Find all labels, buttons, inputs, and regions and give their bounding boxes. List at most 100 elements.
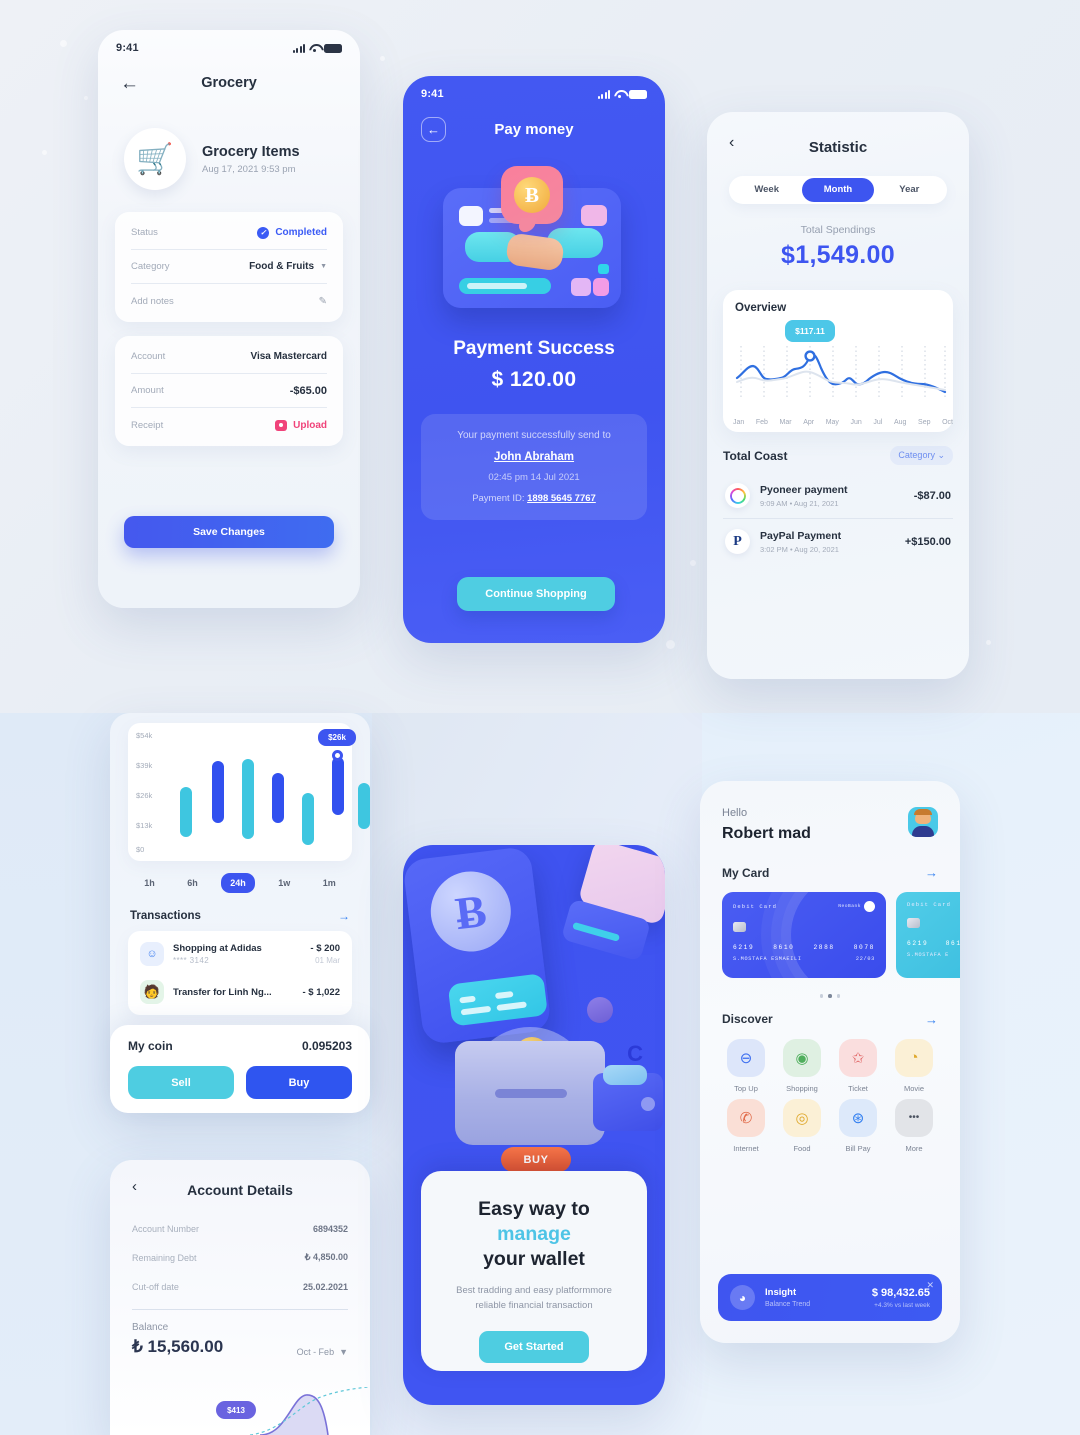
range-dropdown[interactable]: Oct - Feb ▼ <box>297 1347 348 1357</box>
discover-item-shopping[interactable]: ◉ Shopping <box>774 1038 830 1093</box>
handshake-illustration: Ƀ <box>435 166 633 316</box>
chart-highlight-point <box>332 750 343 761</box>
row-add-notes[interactable]: Add notes ✎ <box>131 284 327 318</box>
card-carousel[interactable]: Debit Card NeoBank 6219 8610 2888 8078 S… <box>700 892 960 982</box>
discover-item-movie[interactable]: ◔ Movie <box>886 1038 942 1093</box>
decor-speck <box>666 640 675 649</box>
debit-card-secondary[interactable]: Debit Card 6219 8610 S.MOSTAFA E <box>896 892 960 978</box>
debit-card-primary[interactable]: Debit Card NeoBank 6219 8610 2888 8078 S… <box>722 892 886 978</box>
chart-gridlines <box>740 346 946 398</box>
row-receipt[interactable]: Receipt Upload <box>131 408 327 442</box>
continue-shopping-button[interactable]: Continue Shopping <box>457 577 615 611</box>
coin-row: My coin 0.095203 <box>128 1039 352 1053</box>
row-value: -$65.00 <box>289 384 327 397</box>
table-row[interactable]: P PayPal Payment 3:02 PM • Aug 20, 2021 … <box>723 519 953 564</box>
line-series-ghost <box>736 370 946 391</box>
smiley-icon: ☺ <box>140 942 164 966</box>
range-1m[interactable]: 1m <box>314 873 345 893</box>
status-time: 9:41 <box>421 88 444 100</box>
dot[interactable] <box>836 994 841 998</box>
decor-speck <box>380 56 385 61</box>
x-tick: Sep <box>918 419 931 426</box>
dot[interactable] <box>819 994 824 998</box>
save-changes-button[interactable]: Save Changes <box>124 516 334 548</box>
back-chevron-icon[interactable]: ‹ <box>729 134 734 152</box>
dot-active[interactable] <box>828 994 832 998</box>
discover-item-internet[interactable]: ✆ Internet <box>718 1098 774 1153</box>
shopping-icon: ◉ <box>783 1038 821 1077</box>
account-rows: Account Number 6894352 Remaining Debt ₺ … <box>132 1214 348 1301</box>
discover-item-bill-pay[interactable]: ⊛ Bill Pay <box>830 1098 886 1153</box>
back-arrow-icon[interactable]: ← <box>421 116 446 142</box>
buy-button[interactable]: Buy <box>246 1066 352 1099</box>
card-type-label: Debit Card <box>907 901 952 908</box>
discover-item-ticket[interactable]: ✩ Ticket <box>830 1038 886 1093</box>
range-1w[interactable]: 1w <box>269 873 299 893</box>
period-segmented-control[interactable]: Week Month Year <box>729 176 947 204</box>
table-row[interactable]: Pyoneer payment 9:09 AM • Aug 21, 2021 -… <box>723 473 953 519</box>
pie-chart-icon: ◕ <box>730 1285 755 1310</box>
chevron-down-icon[interactable]: ▼ <box>320 263 327 270</box>
row-category[interactable]: Category Food & Fruits ▼ <box>131 250 327 284</box>
list-item[interactable]: ☺ Shopping at Adidas **** 3142 - $ 200 0… <box>138 935 342 973</box>
back-chevron-icon[interactable]: ‹ <box>132 1178 137 1195</box>
balance-area-chart <box>249 1387 369 1435</box>
card-square-magenta <box>593 278 609 296</box>
list-item[interactable]: 🧑 Transfer for Linh Ng... - $ 1,022 <box>138 973 342 1011</box>
tab-month[interactable]: Month <box>802 178 874 202</box>
tab-year[interactable]: Year <box>874 178 945 202</box>
item-card: **** 3142 <box>173 956 210 965</box>
discover-item-food[interactable]: ◎ Food <box>774 1098 830 1153</box>
row-amount: Amount -$65.00 <box>131 374 327 408</box>
bar <box>358 783 370 829</box>
discover-label: More <box>905 1143 923 1153</box>
tab-week[interactable]: Week <box>731 178 802 202</box>
edit-pencil-icon[interactable]: ✎ <box>319 296 327 307</box>
get-started-button[interactable]: Get Started <box>479 1331 589 1364</box>
row-account[interactable]: Account Visa Mastercard <box>131 340 327 374</box>
item-name: Shopping at Adidas <box>173 943 262 954</box>
signal-icon <box>293 43 305 53</box>
status-bar: 9:41 <box>98 30 360 60</box>
row-label: Account <box>131 351 166 362</box>
wallet-bottom-sheet: Easy way to manage your wallet Best trad… <box>421 1171 647 1371</box>
item-name: Transfer for Linh Ng... <box>173 986 272 998</box>
range-24h[interactable]: 24h <box>221 873 255 893</box>
category-dropdown[interactable]: Category ⌄ <box>890 446 953 465</box>
discover-item-top-up[interactable]: ⊖ Top Up <box>718 1038 774 1093</box>
y-tick: $39k <box>136 761 153 770</box>
row-value: Food & Fruits ▼ <box>249 261 327 272</box>
payment-datetime: 02:45 pm 14 Jul 2021 <box>488 472 580 483</box>
thumb-icon-3d <box>587 997 613 1023</box>
arrow-right-icon[interactable]: → <box>338 909 350 923</box>
sell-button[interactable]: Sell <box>128 1066 234 1099</box>
avatar[interactable] <box>908 807 938 837</box>
range-selector[interactable]: 1h 6h 24h 1w 1m <box>128 873 352 893</box>
more-icon: ••• <box>895 1098 933 1137</box>
transactions-list: ☺ Shopping at Adidas **** 3142 - $ 200 0… <box>128 931 352 1015</box>
y-tick: $54k <box>136 731 153 740</box>
card-3d-small <box>447 973 548 1027</box>
close-icon[interactable]: ✕ <box>926 1280 934 1291</box>
upload-text: Upload <box>293 419 327 431</box>
transactions-header: Transactions → <box>130 909 350 923</box>
heading-part-1: Easy way to <box>478 1198 590 1220</box>
insight-content: Insight Balance Trend $ 98,432.65 +4.3% … <box>765 1287 930 1309</box>
row-value[interactable]: Upload <box>275 419 327 431</box>
discover-item-more[interactable]: ••• More <box>886 1098 942 1153</box>
arrow-right-icon[interactable]: → <box>925 1012 938 1027</box>
card-chip-icon <box>459 206 483 226</box>
discover-label: Ticket <box>848 1083 868 1093</box>
insight-banner[interactable]: ◕ Insight Balance Trend $ 98,432.65 +4.3… <box>718 1274 942 1321</box>
total-coast-header: Total Coast Category ⌄ <box>723 446 953 465</box>
range-1h[interactable]: 1h <box>135 873 164 893</box>
item-title: Grocery Items <box>202 143 300 160</box>
arrow-right-icon[interactable]: → <box>925 865 938 880</box>
chart-tooltip: $26k <box>318 729 356 746</box>
transaction-meta: 9:09 AM • Aug 21, 2021 <box>760 498 839 508</box>
wallet-heading: Easy way to manage your wallet <box>441 1197 627 1272</box>
range-6h[interactable]: 6h <box>178 873 207 893</box>
row-status[interactable]: Status ✓ Completed <box>131 216 327 250</box>
back-arrow-icon[interactable]: ← <box>120 74 139 93</box>
wallet-3d-illustration: Ƀ C Ƀ BUY <box>403 845 665 1175</box>
